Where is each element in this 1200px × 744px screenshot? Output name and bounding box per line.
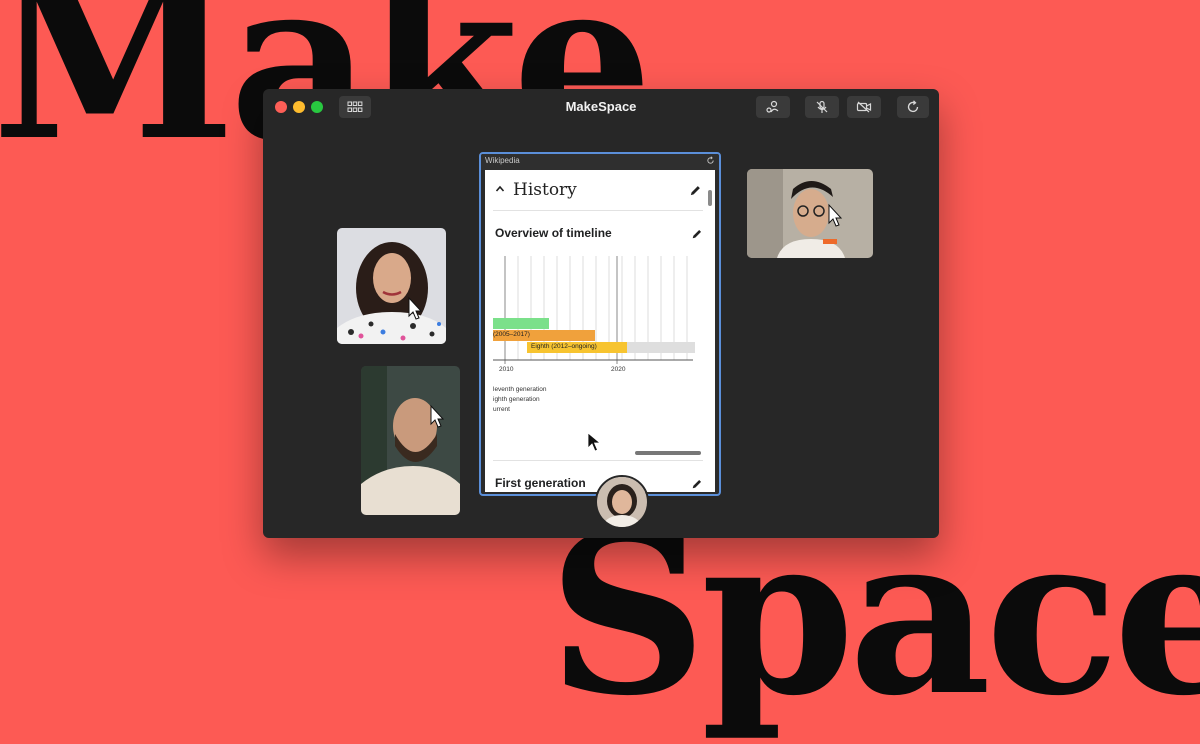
legend-item: ighth generation xyxy=(493,396,540,403)
reload-button[interactable] xyxy=(897,96,929,118)
web-page-content[interactable]: History Overview of timeline (2005–2017)… xyxy=(485,170,715,492)
share-button[interactable] xyxy=(756,96,790,118)
edit-pencil-icon[interactable] xyxy=(689,184,702,197)
timeline-bar-label: (2005–2017) xyxy=(493,331,530,338)
history-section-header[interactable]: History xyxy=(495,180,707,210)
participant-video-man-glasses xyxy=(747,169,873,258)
browser-header: Wikipedia xyxy=(481,154,719,170)
timeline-bar-green xyxy=(493,318,549,329)
edit-pencil-icon[interactable] xyxy=(691,478,703,490)
participant-tile-man-beard[interactable] xyxy=(361,366,460,515)
browser-tab-label: Wikipedia xyxy=(485,156,520,165)
chevron-up-icon[interactable] xyxy=(495,184,505,194)
participant-video-man-beard xyxy=(361,366,460,515)
edit-pencil-icon[interactable] xyxy=(691,228,703,240)
timeline-chart: (2005–2017) Eighth (2012–ongoing) 2010 2… xyxy=(493,256,705,426)
horizontal-scrollbar[interactable] xyxy=(635,451,701,455)
share-icon xyxy=(766,100,779,113)
app-window: MakeSpace Wikipedia History Overview of … xyxy=(263,89,939,538)
title-bar: MakeSpace xyxy=(263,89,939,125)
mouse-cursor-icon xyxy=(587,432,601,452)
mute-microphone-button[interactable] xyxy=(805,96,839,118)
participant-tile-woman[interactable] xyxy=(337,228,446,344)
next-section-title: First generation xyxy=(495,476,586,490)
legend-item: urrent xyxy=(493,406,510,413)
mic-muted-icon xyxy=(816,100,828,113)
refresh-icon[interactable] xyxy=(706,156,715,165)
axis-tick-label: 2010 xyxy=(499,366,514,373)
axis-tick-label: 2020 xyxy=(611,366,626,373)
participant-video-woman xyxy=(337,228,446,344)
background-word-space: Space xyxy=(548,485,1200,744)
participant-tile-man-glasses[interactable] xyxy=(747,169,873,258)
shared-browser-panel[interactable]: Wikipedia History Overview of timeline (… xyxy=(479,152,721,496)
vertical-scrollbar[interactable] xyxy=(708,190,712,206)
section-divider xyxy=(493,210,703,211)
timeline-bar-label: Eighth (2012–ongoing) xyxy=(531,343,597,350)
reload-icon xyxy=(907,100,919,113)
camera-off-icon xyxy=(856,101,872,113)
legend-item: leventh generation xyxy=(493,386,547,393)
subsection-title: Overview of timeline xyxy=(495,226,612,240)
timeline-bar-gray xyxy=(627,342,695,353)
section-divider xyxy=(493,460,703,461)
participant-avatar xyxy=(597,477,647,527)
section-title: History xyxy=(513,180,577,200)
camera-toggle-button[interactable] xyxy=(847,96,881,118)
participant-avatar-bubble[interactable] xyxy=(595,475,649,529)
